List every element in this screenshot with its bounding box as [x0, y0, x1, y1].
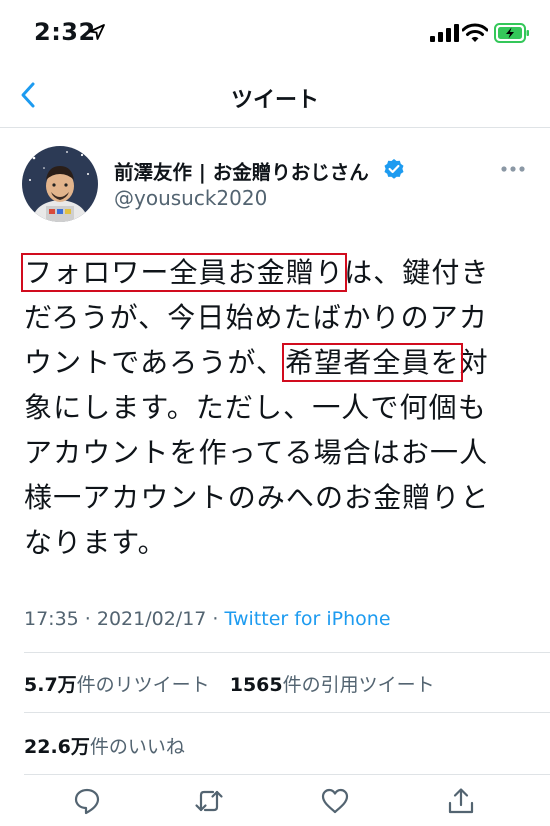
- likes-stats: 22.6万件のいいね: [24, 732, 199, 759]
- avatar-illustration: [22, 146, 98, 222]
- tweet-line: フォロワー全員お金贈りは、鍵付き: [20, 250, 524, 295]
- like-label: 件のいいね: [89, 736, 185, 758]
- tweet-line: だろうが、今日始めたばかりのアカ: [24, 301, 488, 334]
- tweet-line: なります。: [24, 526, 167, 559]
- display-name[interactable]: 前澤友作 | お金贈りおじさん: [114, 156, 369, 185]
- like-count-link[interactable]: 22.6万件のいいね: [24, 736, 185, 758]
- verified-badge-icon: [384, 159, 404, 179]
- tweet-text-segment: ウントであろうが、: [24, 346, 286, 379]
- quote-label: 件の引用ツイート: [282, 674, 435, 696]
- tweet-line: ウントであろうが、希望者全員を対: [24, 340, 524, 385]
- username[interactable]: @yousuck2020: [114, 186, 267, 210]
- retweet-count-link[interactable]: 5.7万件のリツイート: [24, 674, 210, 696]
- page-title: ツイート: [230, 88, 319, 113]
- divider: [24, 652, 550, 653]
- reply-icon[interactable]: [72, 786, 102, 816]
- tweet-text-segment: は、鍵付き: [344, 256, 490, 289]
- quote-count: 1565: [229, 674, 283, 696]
- like-count: 22.6万: [24, 736, 90, 758]
- status-time: 2:32: [34, 18, 96, 46]
- timestamp: 17:35 · 2021/02/17 ·: [24, 608, 225, 630]
- highlighted-phrase: フォロワー全員お金贈り: [20, 253, 348, 292]
- share-icon[interactable]: [446, 786, 476, 816]
- tweet-text: フォロワー全員お金贈りは、鍵付き だろうが、今日始めたばかりのアカ ウントであろ…: [20, 250, 524, 565]
- cellular-signal-icon: [430, 24, 459, 42]
- avatar[interactable]: [22, 146, 98, 222]
- tweet-line: 様一アカウントのみへのお金贈りと: [24, 481, 490, 514]
- tweet-line: アカウントを作ってる場合はお一人: [24, 436, 489, 469]
- tweet-text-segment: 対: [459, 346, 489, 379]
- divider: [24, 712, 550, 713]
- like-heart-icon[interactable]: [320, 786, 350, 816]
- retweet-icon[interactable]: [194, 786, 224, 816]
- more-options-icon[interactable]: [500, 162, 526, 176]
- status-bar: 2:32: [0, 0, 550, 62]
- tweet-meta: 17:35 · 2021/02/17 · Twitter for iPhone: [24, 608, 391, 630]
- tweet-line: 象にします。ただし、一人で何個も: [24, 391, 487, 424]
- nav-bar: ツイート: [0, 62, 550, 128]
- battery-charging-icon: [494, 23, 529, 43]
- source-link[interactable]: Twitter for iPhone: [225, 608, 391, 630]
- wifi-icon: [462, 23, 488, 42]
- highlighted-phrase: 希望者全員を: [282, 343, 463, 382]
- quote-count-link[interactable]: 1565件の引用ツイート: [230, 674, 435, 696]
- location-arrow-icon: [89, 24, 105, 40]
- divider: [24, 774, 550, 775]
- retweet-count: 5.7万: [24, 674, 77, 696]
- engagement-stats: 5.7万件のリツイート 1565件の引用ツイート: [24, 670, 449, 697]
- retweet-label: 件のリツイート: [76, 674, 210, 696]
